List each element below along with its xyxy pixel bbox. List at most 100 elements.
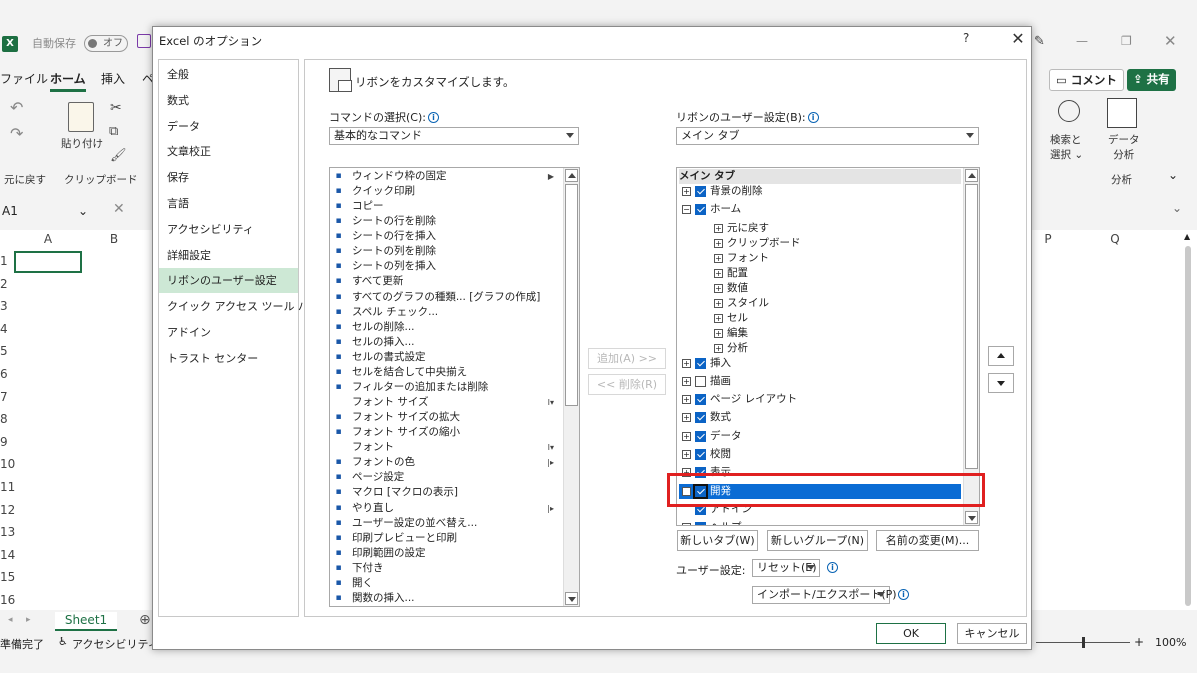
row-header[interactable]: 5 [0,344,12,358]
commands-scrollbar[interactable] [563,168,579,606]
tree-item[interactable]: + 背景の削除 [679,184,961,199]
command-item[interactable]: ▪ シートの行を削除 [332,214,562,229]
command-item[interactable]: ▪ すべてのグラフの種類... [グラフの作成] [332,290,562,305]
checkbox[interactable] [695,204,706,215]
commands-dropdown[interactable]: 基本的なコマンド [329,127,579,145]
checkbox[interactable] [695,186,706,197]
search-icon[interactable] [1058,100,1080,122]
nav-item[interactable]: 全般 [159,62,298,87]
tree-item[interactable]: + 配置 [711,266,961,281]
move-up-button[interactable] [988,346,1014,366]
nav-item[interactable]: 数式 [159,88,298,113]
help-icon[interactable]: ? [963,31,969,45]
tab-insert[interactable]: 挿入 [101,70,125,87]
remove-button[interactable]: << 削除(R) [588,374,666,395]
expand-icon[interactable]: + [714,329,723,338]
tree-item[interactable]: + データ [679,429,961,444]
tree-item[interactable]: + 描画 [679,374,961,389]
redo-icon[interactable]: ↷ [10,124,23,143]
expand-icon[interactable]: + [714,284,723,293]
scroll-thumb[interactable] [965,184,978,469]
tree-item[interactable]: + ページ レイアウト [679,392,961,407]
close-window-icon[interactable]: ✕ [1164,32,1177,50]
nav-item[interactable]: アクセシビリティ [159,217,298,242]
command-item[interactable]: ▪ クイック印刷 [332,184,562,199]
format-painter-icon[interactable]: 🖌 [110,148,127,163]
checkbox[interactable] [695,376,706,387]
nav-item[interactable]: 言語 [159,191,298,216]
column-header-b[interactable]: B [82,230,146,248]
tab-file[interactable]: ファイル [0,70,48,87]
nav-item[interactable]: 詳細設定 [159,243,298,268]
tree-item[interactable]: − ホーム [679,202,961,217]
nav-item[interactable]: 文章校正 [159,139,298,164]
row-header[interactable]: 16 [0,593,15,607]
expand-icon[interactable]: + [714,254,723,263]
row-header[interactable]: 3 [0,299,12,313]
command-item[interactable]: ▪ すべて更新 [332,274,562,289]
collapse-icon[interactable]: − [682,205,691,214]
tree-item[interactable]: + スタイル [711,296,961,311]
expand-icon[interactable]: + [682,413,691,422]
row-header[interactable]: 7 [0,390,12,404]
new-tab-button[interactable]: 新しいタブ(W) [677,530,758,551]
row-header[interactable]: 11 [0,480,15,494]
cancel-button[interactable]: キャンセル [957,623,1027,644]
checkbox[interactable] [695,522,706,525]
sheet-nav-right-icon[interactable]: ▸ [26,615,31,625]
row-header[interactable]: 2 [0,277,12,291]
minimize-icon[interactable]: — [1076,34,1088,48]
row-header[interactable]: 6 [0,367,12,381]
row-header[interactable]: 1 [0,254,12,268]
nav-item[interactable]: 保存 [159,165,298,190]
row-header[interactable]: 8 [0,412,12,426]
add-sheet-icon[interactable]: ⊕ [139,612,151,628]
paste-icon[interactable] [68,102,94,132]
expand-icon[interactable]: + [714,344,723,353]
scroll-up-icon[interactable] [565,169,578,182]
scroll-thumb[interactable] [1185,246,1191,606]
command-item[interactable]: ▪ フォント サイズの縮小 [332,425,562,440]
command-item[interactable]: ▪ 下付き [332,561,562,576]
tree-item[interactable]: + 挿入 [679,356,961,371]
ok-button[interactable]: OK [876,623,946,644]
expand-icon[interactable]: + [714,314,723,323]
autosave-toggle[interactable]: オフ [84,35,128,52]
command-item[interactable]: ▪ ユーザー設定の並べ替え... [332,516,562,531]
command-item[interactable]: ▪ シートの行を挿入 [332,229,562,244]
tree-item[interactable]: + セル [711,311,961,326]
command-item[interactable]: ▪ セルの削除... [332,320,562,335]
checkbox[interactable] [695,431,706,442]
formula-bar-expand-icon[interactable]: ⌄ [1172,201,1182,215]
command-item[interactable]: フォント サイズ I▾ [332,395,562,410]
vertical-scrollbar[interactable]: ▲ [1183,232,1193,610]
expand-icon[interactable]: + [682,523,691,525]
expand-icon[interactable]: + [682,395,691,404]
zoom-thumb[interactable] [1082,637,1085,648]
column-header-a[interactable]: A [14,230,82,248]
scroll-thumb[interactable] [565,184,578,406]
info-icon[interactable]: i [807,112,819,123]
row-header[interactable]: 15 [0,570,15,584]
tree-item[interactable]: + 校閲 [679,447,961,462]
expand-icon[interactable]: + [682,450,691,459]
expand-icon[interactable]: + [714,224,723,233]
command-item[interactable]: ▪ フォント サイズの拡大 [332,410,562,425]
command-item[interactable]: ▪ やり直し |▸ [332,501,562,516]
row-header[interactable]: 12 [0,503,15,517]
pen-icon[interactable]: ✎ [1034,34,1045,49]
name-box[interactable]: A1 ⌄ [0,200,93,222]
tree-item[interactable]: + ヘルプ [679,520,961,525]
move-down-button[interactable] [988,373,1014,393]
tree-item[interactable]: + 数値 [711,281,961,296]
ribbon-dropdown[interactable]: メイン タブ [676,127,979,145]
row-header[interactable]: 13 [0,525,15,539]
command-item[interactable]: ▪ スペル チェック... [332,305,562,320]
row-header[interactable]: 9 [0,435,12,449]
tree-item[interactable]: + 数式 [679,410,961,425]
tree-item[interactable]: + 分析 [711,341,961,356]
command-item[interactable]: ▪ 印刷プレビューと印刷 [332,531,562,546]
command-item[interactable]: ▪ マクロ [マクロの表示] [332,485,562,500]
row-header[interactable]: 4 [0,322,12,336]
command-item[interactable]: ▪ ウィンドウ枠の固定 ▶ [332,169,562,184]
